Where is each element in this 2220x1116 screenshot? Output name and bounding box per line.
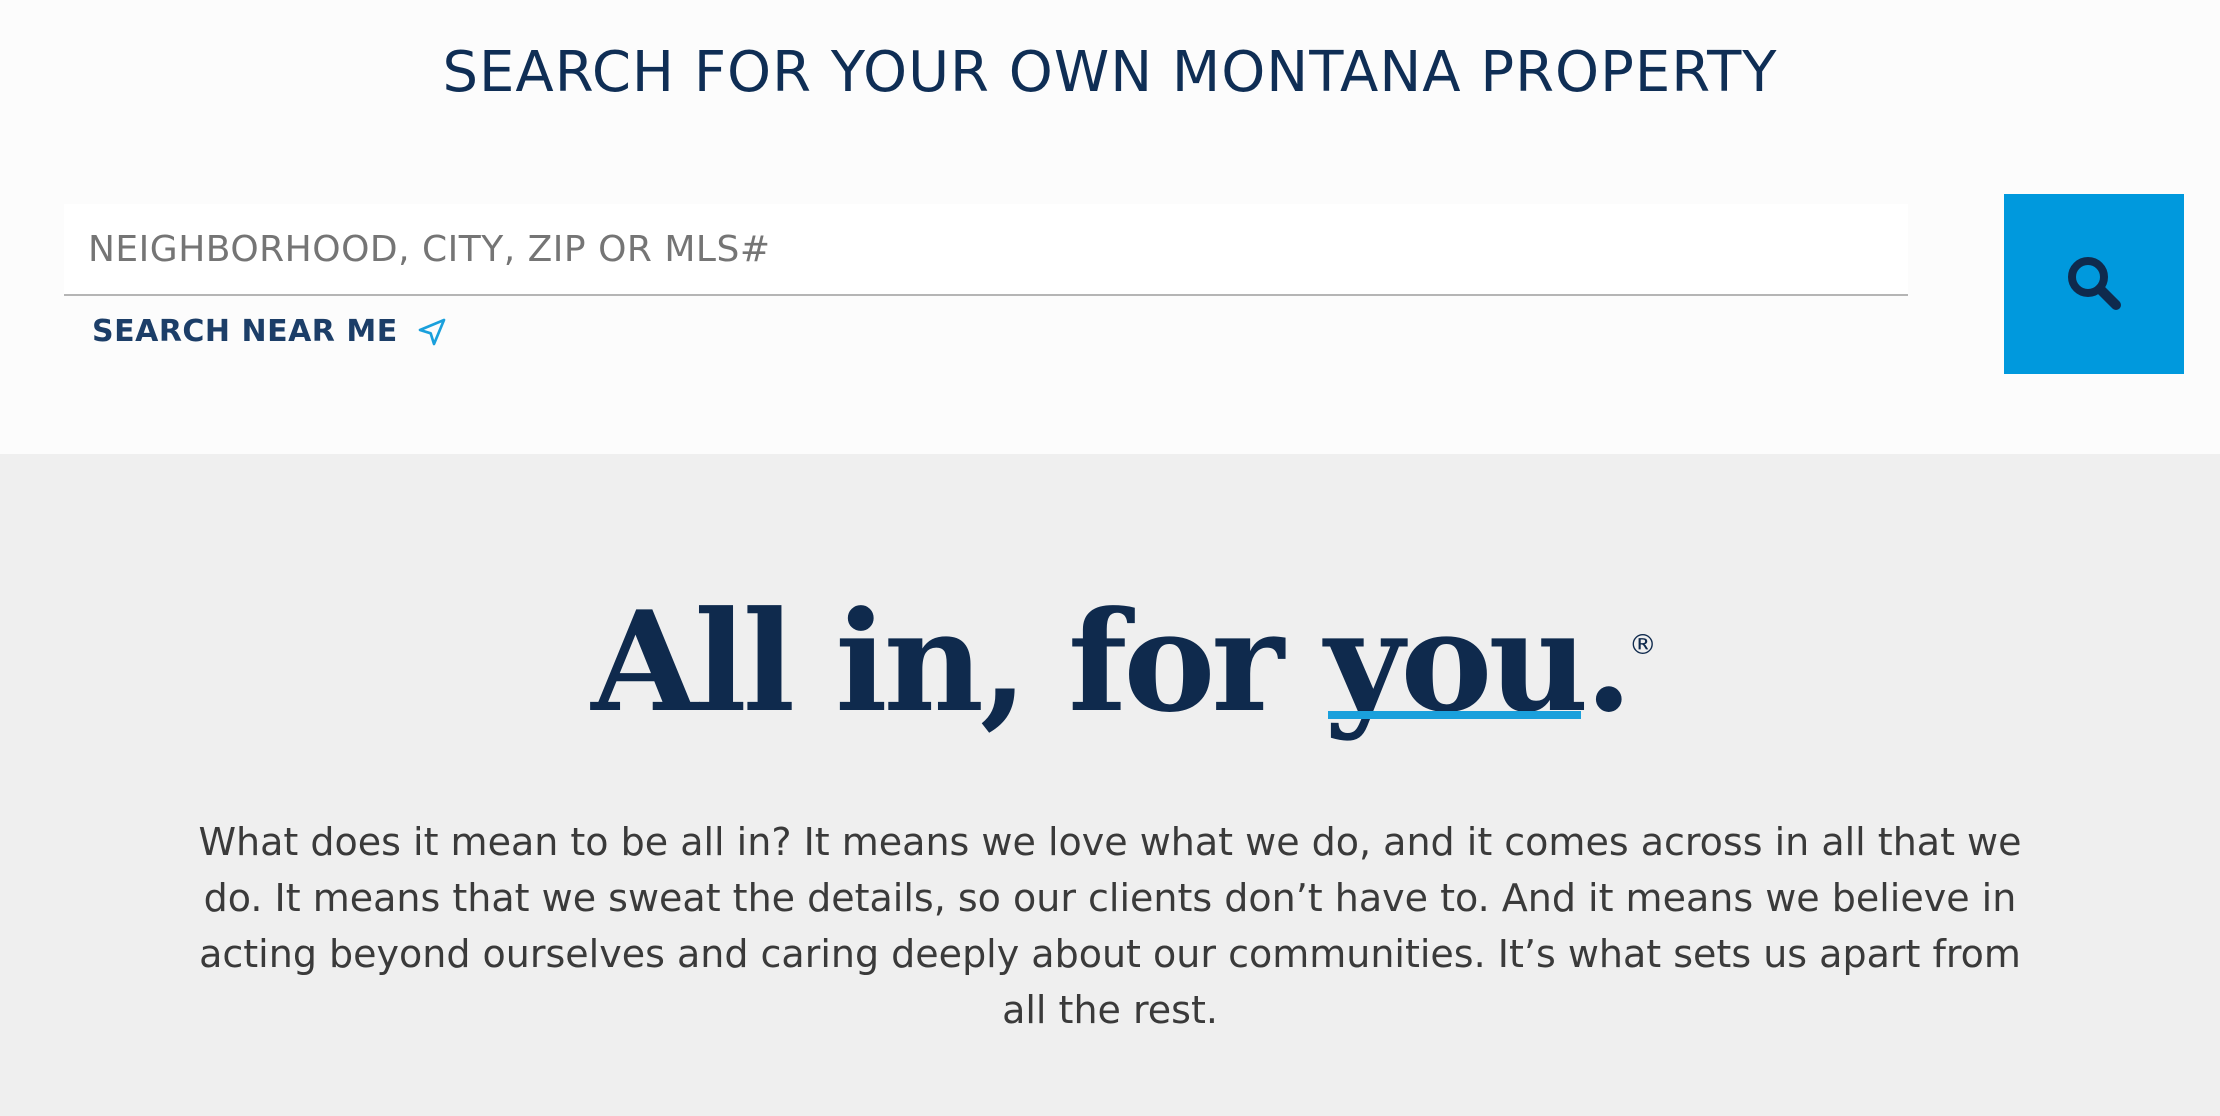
search-button[interactable] <box>2004 194 2184 374</box>
search-near-me-link[interactable]: SEARCH NEAR ME <box>92 314 448 349</box>
brand-tagline: All in, for you. ® <box>0 589 2220 735</box>
tagline-prefix: All in, for <box>591 580 1325 743</box>
search-input-container <box>64 204 1908 296</box>
about-paragraph: What does it mean to be all in? It means… <box>198 820 2022 1032</box>
registered-trademark: ® <box>1628 628 1657 661</box>
tagline-suffix: . <box>1584 580 1633 743</box>
property-search-section: SEARCH FOR YOUR OWN MONTANA PROPERTY SEA… <box>0 0 2220 454</box>
search-input[interactable] <box>64 204 1908 294</box>
tagline-emphasis: you <box>1324 589 1589 735</box>
tagline-text: All in, for you. ® <box>591 589 1657 735</box>
location-arrow-icon <box>416 316 448 348</box>
search-near-me-label: SEARCH NEAR ME <box>92 314 398 349</box>
tagline-underline <box>1328 710 1581 719</box>
search-icon <box>2062 251 2126 318</box>
search-heading: SEARCH FOR YOUR OWN MONTANA PROPERTY <box>442 40 1778 105</box>
